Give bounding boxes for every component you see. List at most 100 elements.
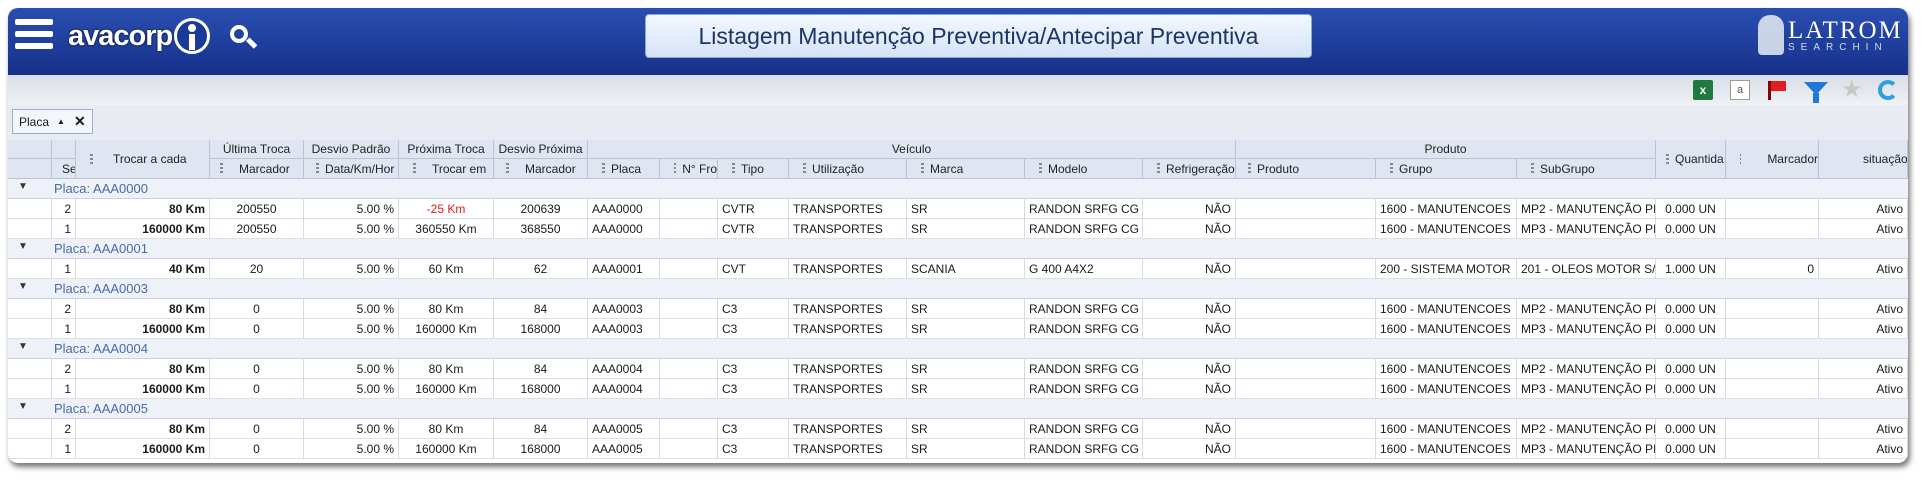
cell-desvio: 5.00 % bbox=[304, 319, 399, 339]
menu-icon[interactable] bbox=[15, 19, 53, 57]
collapse-toggle-icon[interactable]: ▼ bbox=[18, 181, 28, 192]
excel-icon[interactable]: x bbox=[1693, 80, 1713, 100]
col-refrigeracao[interactable]: Refrigeração bbox=[1143, 159, 1236, 179]
drag-handle-icon[interactable] bbox=[220, 163, 223, 174]
cell-desvio: 5.00 % bbox=[304, 359, 399, 379]
group-chip-label: Placa bbox=[19, 114, 50, 129]
col-trocar-a-cada[interactable]: Trocar a cada bbox=[76, 140, 210, 179]
cell-placa: AAA0003 bbox=[588, 299, 660, 319]
drag-handle-icon[interactable] bbox=[90, 153, 93, 165]
drag-handle-icon[interactable] bbox=[803, 163, 806, 174]
cell-modelo: RANDON SRFG CG bbox=[1025, 319, 1143, 339]
table-row[interactable]: 1 160000 Km 0 5.00 % 160000 Km 168000 AAA0004 C… bbox=[8, 379, 1908, 399]
collapse-toggle-icon[interactable]: ▼ bbox=[18, 241, 28, 252]
cell-marcador bbox=[1726, 219, 1819, 239]
drag-handle-icon[interactable] bbox=[1531, 163, 1534, 174]
cell-desvio: 5.00 % bbox=[304, 219, 399, 239]
cell-refrig: NÃO bbox=[1143, 379, 1236, 399]
group-row[interactable]: ▼ Placa: AAA0001 bbox=[8, 239, 1908, 259]
close-icon[interactable]: ✕ bbox=[74, 113, 86, 130]
drag-handle-icon[interactable] bbox=[732, 163, 735, 174]
drag-handle-icon[interactable] bbox=[316, 163, 319, 174]
cell-placa: AAA0000 bbox=[588, 219, 660, 239]
search-icon[interactable] bbox=[230, 25, 248, 43]
refresh-icon[interactable] bbox=[1878, 80, 1898, 100]
group-row[interactable]: ▼ Placa: AAA0005 bbox=[8, 399, 1908, 419]
table-row[interactable]: 2 80 Km 0 5.00 % 80 Km 84 AAA0004 C3 TRANSPORTES… bbox=[8, 359, 1908, 379]
cell-situacao: Ativo bbox=[1819, 299, 1908, 319]
star-icon[interactable]: ★ bbox=[1841, 75, 1863, 103]
col-quantidade[interactable]: Quantida bbox=[1656, 140, 1726, 179]
col-situacao[interactable]: situação bbox=[1819, 140, 1908, 179]
table-row[interactable]: 1 160000 Km 200550 5.00 % 360550 Km 368550 AAA… bbox=[8, 219, 1908, 239]
table-row[interactable]: 1 160000 Km 0 5.00 % 160000 Km 168000 AAA0005 C… bbox=[8, 439, 1908, 459]
group-row[interactable]: ▼ Placa: AAA0000 bbox=[8, 179, 1908, 199]
drag-handle-icon[interactable] bbox=[1390, 163, 1393, 174]
cell-subgrupo: MP2 - MANUTENÇÃO PI bbox=[1517, 299, 1656, 319]
cell-produto bbox=[1236, 419, 1376, 439]
col-modelo[interactable]: Modelo bbox=[1025, 159, 1143, 179]
cell-trocar-em: 160000 Km bbox=[399, 439, 494, 459]
col-marcador-proxima[interactable]: Marcador bbox=[494, 159, 588, 179]
cell-marc-ult: 200550 bbox=[210, 219, 304, 239]
cell-subgrupo: MP2 - MANUTENÇÃO PI bbox=[1517, 359, 1656, 379]
cell-marcador bbox=[1726, 439, 1819, 459]
cell-trocar: 160000 Km bbox=[76, 379, 210, 399]
cell-util: TRANSPORTES bbox=[789, 379, 907, 399]
cell-subgrupo: MP3 - MANUTENÇÃO PI bbox=[1517, 219, 1656, 239]
drag-handle-icon[interactable] bbox=[1039, 163, 1042, 174]
drag-handle-icon[interactable] bbox=[506, 163, 509, 174]
header-spacer bbox=[8, 140, 52, 159]
col-seq[interactable]: Se bbox=[52, 159, 76, 179]
avacorp-logo[interactable]: avacorp bbox=[68, 18, 211, 54]
drag-handle-icon[interactable] bbox=[921, 163, 924, 174]
group-chip-placa[interactable]: Placa ▲ ✕ bbox=[12, 109, 93, 134]
logo-text: avacorp bbox=[68, 19, 173, 52]
cell-qtd: 0.000 UN bbox=[1656, 379, 1726, 399]
filter-icon[interactable] bbox=[1804, 82, 1828, 103]
col-subgrupo[interactable]: SubGrupo bbox=[1517, 159, 1656, 179]
collapse-toggle-icon[interactable]: ▼ bbox=[18, 401, 28, 412]
col-grupo[interactable]: Grupo bbox=[1376, 159, 1517, 179]
cell-modelo: RANDON SRFG CG bbox=[1025, 359, 1143, 379]
collapse-toggle-icon[interactable]: ▼ bbox=[18, 341, 28, 352]
cell-frota bbox=[660, 259, 718, 279]
col-marcador-ultima[interactable]: Marcador bbox=[210, 159, 304, 179]
drag-handle-icon[interactable] bbox=[413, 163, 416, 174]
cell-marcador: 0 bbox=[1726, 259, 1819, 279]
table-row[interactable]: 2 80 Km 0 5.00 % 80 Km 84 AAA0003 C3 TRANSPORTES… bbox=[8, 299, 1908, 319]
drag-handle-icon[interactable] bbox=[1740, 153, 1742, 165]
cell-marca: SR bbox=[907, 219, 1025, 239]
table-row[interactable]: 1 40 Km 20 5.00 % 60 Km 62 AAA0001 CVT TRANSPORT… bbox=[8, 259, 1908, 279]
col-produto[interactable]: Produto bbox=[1236, 159, 1376, 179]
table-row[interactable]: 2 80 Km 200550 5.00 % -25 Km 200639 AAA0000 CVT… bbox=[8, 199, 1908, 219]
cell-trocar: 40 Km bbox=[76, 259, 210, 279]
cell-marc-prox: 168000 bbox=[494, 319, 588, 339]
text-export-icon[interactable]: a bbox=[1730, 80, 1750, 100]
col-utilizacao[interactable]: Utilização bbox=[789, 159, 907, 179]
table-row[interactable]: 2 80 Km 0 5.00 % 80 Km 84 AAA0005 C3 TRANSPORTES… bbox=[8, 419, 1908, 439]
cell-tipo: C3 bbox=[718, 419, 789, 439]
col-data-km-hor[interactable]: Data/Km/Hor bbox=[304, 159, 399, 179]
group-row[interactable]: ▼ Placa: AAA0003 bbox=[8, 279, 1908, 299]
group-row[interactable]: ▼ Placa: AAA0004 bbox=[8, 339, 1908, 359]
flag-icon[interactable] bbox=[1766, 80, 1786, 100]
cell-refrig: NÃO bbox=[1143, 359, 1236, 379]
drag-handle-icon[interactable] bbox=[1157, 163, 1160, 174]
col-trocar-em[interactable]: Trocar em bbox=[399, 159, 494, 179]
sort-asc-icon[interactable]: ▲ bbox=[57, 117, 65, 126]
drag-handle-icon[interactable] bbox=[674, 163, 677, 174]
col-tipo[interactable]: Tipo bbox=[718, 159, 789, 179]
group-label: Placa: AAA0000 bbox=[54, 181, 148, 196]
drag-handle-icon[interactable] bbox=[602, 163, 605, 174]
cell-marc-ult: 200550 bbox=[210, 199, 304, 219]
drag-handle-icon[interactable] bbox=[1666, 153, 1669, 165]
cell-situacao: Ativo bbox=[1819, 259, 1908, 279]
col-marca[interactable]: Marca bbox=[907, 159, 1025, 179]
table-row[interactable]: 1 160000 Km 0 5.00 % 160000 Km 168000 AAA0003 C… bbox=[8, 319, 1908, 339]
collapse-toggle-icon[interactable]: ▼ bbox=[18, 281, 28, 292]
col-nro-frota[interactable]: N° Fro bbox=[660, 159, 718, 179]
drag-handle-icon[interactable] bbox=[1248, 163, 1251, 174]
col-marcador[interactable]: Marcador bbox=[1726, 140, 1819, 179]
col-placa[interactable]: Placa bbox=[588, 159, 660, 179]
